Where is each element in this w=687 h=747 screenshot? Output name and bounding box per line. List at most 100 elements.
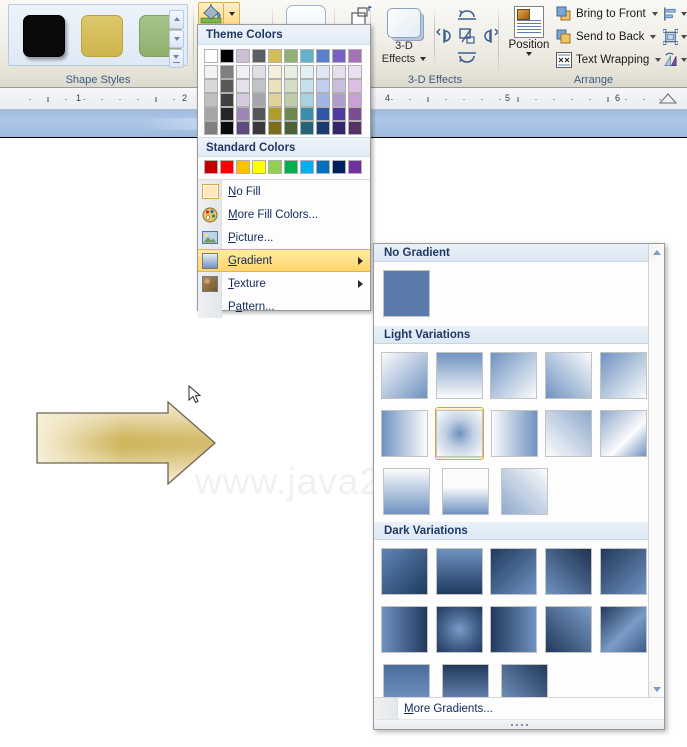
- theme-color-swatch[interactable]: [316, 49, 330, 63]
- send-to-back-button[interactable]: Send to Back: [556, 26, 657, 48]
- scroll-up-button[interactable]: [649, 244, 665, 260]
- theme-color-swatch[interactable]: [348, 79, 362, 93]
- scrollbar-track[interactable]: [649, 260, 664, 681]
- theme-color-swatch[interactable]: [300, 121, 314, 135]
- shape-style-black[interactable]: [23, 15, 65, 57]
- standard-colors-grid[interactable]: [198, 157, 370, 179]
- shape-fill-menu[interactable]: Theme Colors Standard Colors No Fill Mor…: [197, 24, 371, 318]
- theme-color-swatch[interactable]: [332, 79, 346, 93]
- gradient-swatch-light-9[interactable]: [545, 410, 593, 457]
- gradient-swatch-light-12[interactable]: [442, 468, 489, 515]
- theme-color-swatch[interactable]: [204, 49, 218, 63]
- theme-color-swatch[interactable]: [332, 65, 346, 79]
- shape-style-gold[interactable]: [81, 15, 123, 57]
- theme-color-swatch[interactable]: [332, 121, 346, 135]
- theme-color-swatch[interactable]: [268, 93, 282, 107]
- text-wrapping-button[interactable]: Text Wrapping: [556, 49, 662, 71]
- standard-color-swatch[interactable]: [252, 160, 266, 174]
- theme-color-swatch[interactable]: [220, 79, 234, 93]
- more-gradients-button[interactable]: More Gradients...: [374, 698, 664, 719]
- theme-color-swatch[interactable]: [284, 121, 298, 135]
- theme-color-swatch[interactable]: [268, 65, 282, 79]
- theme-color-swatch[interactable]: [236, 49, 250, 63]
- theme-color-swatch[interactable]: [204, 107, 218, 121]
- shape-fill-dropdown-button[interactable]: [224, 2, 240, 26]
- theme-colors-grid[interactable]: [198, 45, 370, 137]
- theme-color-swatch[interactable]: [300, 49, 314, 63]
- theme-color-swatch[interactable]: [268, 121, 282, 135]
- tilt-up-icon[interactable]: [456, 4, 478, 24]
- tilt-left-icon[interactable]: [436, 26, 458, 46]
- position-button[interactable]: Position: [504, 4, 554, 56]
- standard-color-swatch[interactable]: [220, 160, 234, 174]
- theme-color-swatch[interactable]: [236, 65, 250, 79]
- gradient-swatch-dark-13[interactable]: [501, 664, 548, 697]
- gradient-swatch-light-4[interactable]: [545, 352, 593, 399]
- tilt-down-icon[interactable]: [456, 48, 478, 68]
- theme-color-swatch[interactable]: [284, 49, 298, 63]
- right-arrow-shape[interactable]: [36, 401, 216, 485]
- theme-color-swatch[interactable]: [220, 49, 234, 63]
- gradient-swatch-dark-6[interactable]: [380, 606, 428, 653]
- theme-color-swatch[interactable]: [220, 121, 234, 135]
- theme-color-swatch[interactable]: [300, 65, 314, 79]
- theme-color-swatch[interactable]: [348, 49, 362, 63]
- bring-to-front-button[interactable]: Bring to Front: [556, 3, 658, 25]
- gradient-swatch-light-7[interactable]: [435, 410, 483, 457]
- theme-color-swatch[interactable]: [236, 121, 250, 135]
- gradient-swatch-dark-2[interactable]: [435, 548, 483, 595]
- menu-resize-grip[interactable]: [374, 719, 664, 729]
- theme-color-swatch[interactable]: [220, 65, 234, 79]
- gradient-swatch-dark-5[interactable]: [600, 548, 648, 595]
- theme-color-swatch[interactable]: [284, 107, 298, 121]
- gradient-swatch-light-3[interactable]: [490, 352, 538, 399]
- theme-color-swatch[interactable]: [332, 93, 346, 107]
- gradient-swatch-light-6[interactable]: [380, 410, 428, 457]
- standard-color-swatch[interactable]: [316, 160, 330, 174]
- theme-color-swatch[interactable]: [284, 65, 298, 79]
- theme-color-swatch[interactable]: [268, 49, 282, 63]
- theme-color-swatch[interactable]: [316, 65, 330, 79]
- theme-color-swatch[interactable]: [204, 79, 218, 93]
- scroll-down-button[interactable]: [649, 681, 665, 697]
- gradient-swatch-light-10[interactable]: [600, 410, 648, 457]
- menu-item-gradient[interactable]: Gradient: [198, 249, 370, 272]
- menu-item-pattern[interactable]: Pattern...: [198, 295, 370, 318]
- theme-color-swatch[interactable]: [300, 79, 314, 93]
- theme-color-swatch[interactable]: [348, 65, 362, 79]
- menu-item-more-fill-colors[interactable]: More Fill Colors...: [198, 203, 370, 226]
- theme-color-swatch[interactable]: [204, 93, 218, 107]
- standard-color-swatch[interactable]: [332, 160, 346, 174]
- theme-color-swatch[interactable]: [316, 107, 330, 121]
- group-button[interactable]: [663, 26, 687, 48]
- gradient-submenu[interactable]: No Gradient Light Variations Dark Variat…: [373, 243, 665, 730]
- tilt-right-icon[interactable]: [477, 26, 499, 46]
- theme-color-swatch[interactable]: [316, 121, 330, 135]
- align-button[interactable]: [663, 3, 687, 25]
- shape-fill-button[interactable]: [198, 2, 224, 26]
- theme-color-swatch[interactable]: [252, 79, 266, 93]
- gradient-swatch-dark-12[interactable]: [442, 664, 489, 697]
- gradient-swatch-light-1[interactable]: [380, 352, 428, 399]
- gradient-swatch-dark-8[interactable]: [490, 606, 538, 653]
- gradient-swatch-dark-4[interactable]: [545, 548, 593, 595]
- theme-color-swatch[interactable]: [300, 107, 314, 121]
- theme-color-swatch[interactable]: [348, 107, 362, 121]
- theme-color-swatch[interactable]: [252, 93, 266, 107]
- standard-color-swatch[interactable]: [236, 160, 250, 174]
- gradient-swatch-dark-11[interactable]: [383, 664, 430, 697]
- theme-color-swatch[interactable]: [316, 79, 330, 93]
- theme-color-swatch[interactable]: [236, 79, 250, 93]
- shape-styles-scrollbar[interactable]: [169, 10, 184, 69]
- theme-color-swatch[interactable]: [348, 121, 362, 135]
- gradient-swatch-dark-3[interactable]: [490, 548, 538, 595]
- gradient-swatch-light-2[interactable]: [435, 352, 483, 399]
- standard-color-swatch[interactable]: [204, 160, 218, 174]
- theme-color-swatch[interactable]: [252, 107, 266, 121]
- gradient-swatch-light-8[interactable]: [490, 410, 538, 457]
- theme-color-swatch[interactable]: [332, 107, 346, 121]
- gradient-swatch-dark-9[interactable]: [545, 606, 593, 653]
- theme-color-swatch[interactable]: [268, 79, 282, 93]
- shape-styles-gallery[interactable]: [8, 4, 188, 69]
- theme-color-swatch[interactable]: [252, 65, 266, 79]
